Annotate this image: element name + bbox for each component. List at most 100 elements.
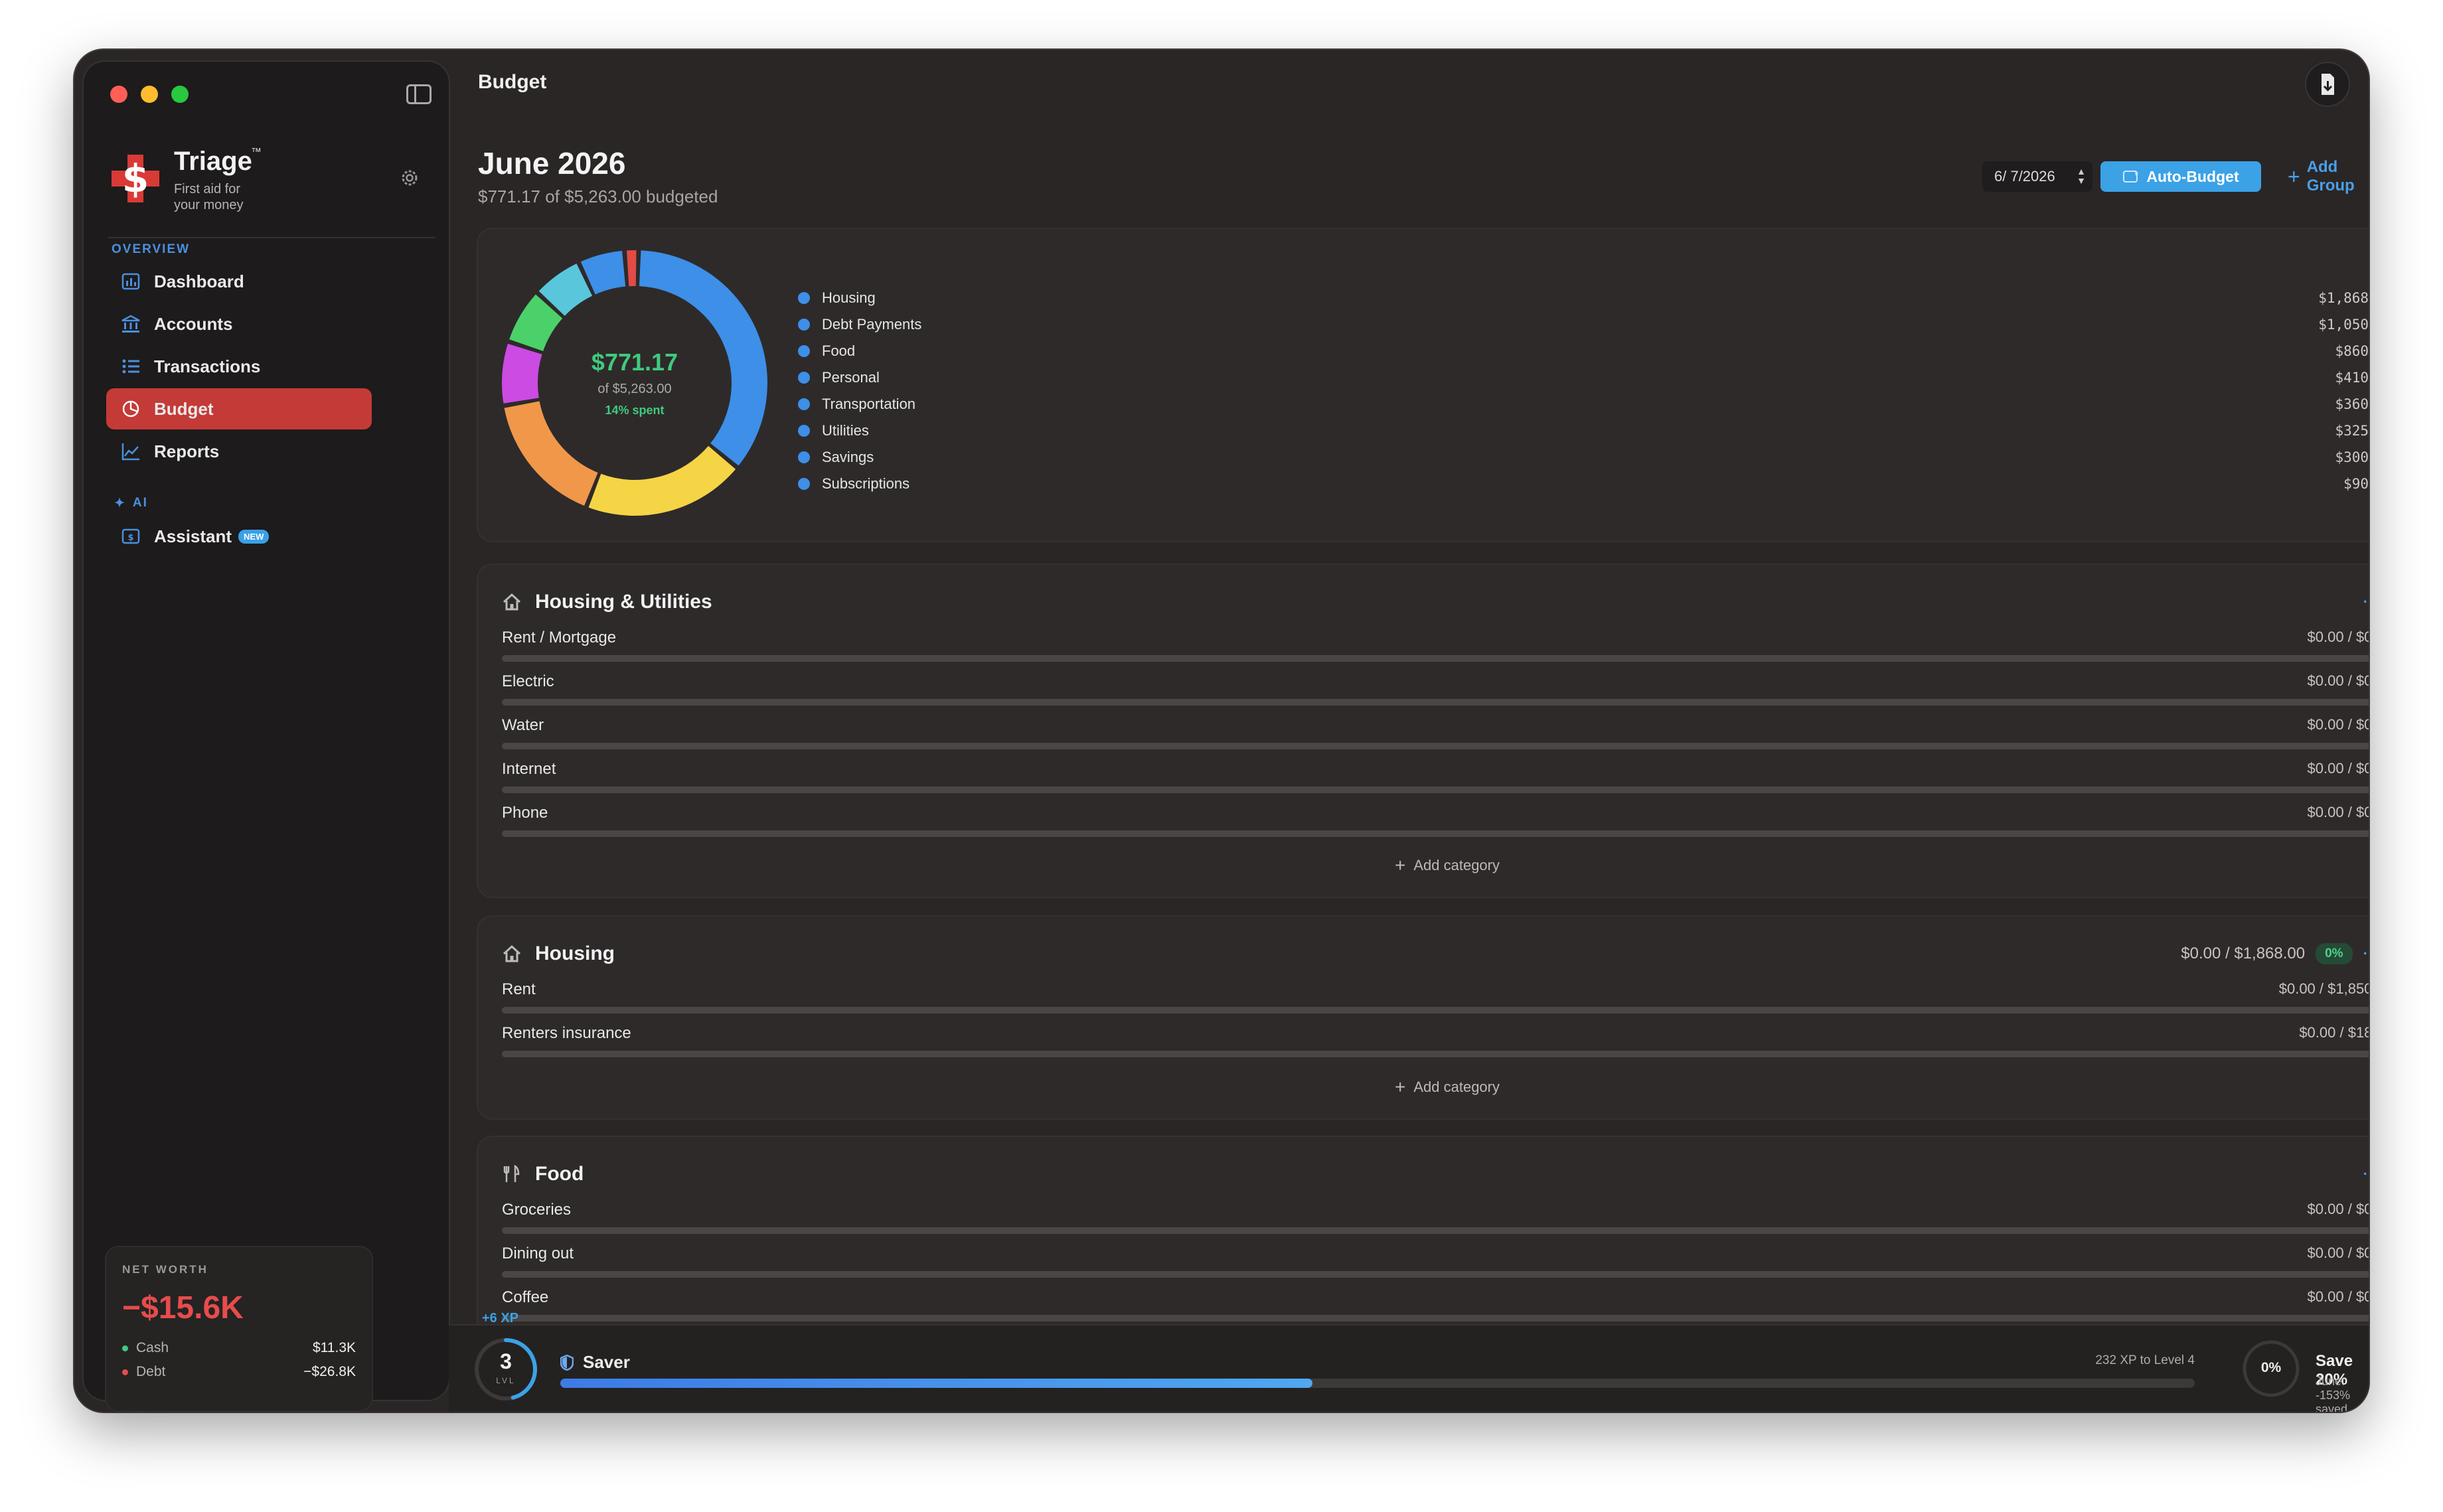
legend-label: Personal: [822, 369, 880, 386]
plus-icon: +: [2288, 164, 2300, 189]
export-button[interactable]: [2306, 63, 2349, 106]
legend-item[interactable]: Housing $1,868.00: [798, 285, 2369, 311]
category-progress-bar: [502, 1007, 2369, 1014]
category-amount: $0.00 / $0.00: [2307, 1245, 2369, 1261]
brand-trademark: ™: [251, 147, 262, 158]
add-category-label: Add category: [1413, 1079, 1500, 1095]
group-more-menu-icon[interactable]: ···⌄: [2363, 593, 2369, 611]
date-value: 6/ 7/2026: [1994, 168, 2055, 185]
auto-budget-icon: [2123, 170, 2140, 183]
category-name: Internet: [502, 760, 556, 778]
category-row[interactable]: Groceries $0.00 / $0.00: [502, 1201, 2369, 1241]
category-row[interactable]: Dining out $0.00 / $0.00: [502, 1245, 2369, 1284]
category-row[interactable]: Water $0.00 / $0.00: [502, 716, 2369, 756]
category-progress-bar: [502, 1315, 2369, 1322]
page-title: Budget: [478, 71, 547, 93]
category-row[interactable]: Internet $0.00 / $0.00: [502, 760, 2369, 800]
sidebar-item-reports[interactable]: Reports: [106, 431, 372, 472]
category-row[interactable]: Phone $0.00 / $0.00: [502, 804, 2369, 844]
debt-value: −$26.8K: [303, 1364, 356, 1379]
svg-text:$: $: [122, 156, 149, 201]
add-group-button[interactable]: + Add Group: [2288, 158, 2369, 194]
legend-item[interactable]: Subscriptions $90.00: [798, 471, 2369, 497]
legend-item[interactable]: Savings $300.00: [798, 444, 2369, 471]
list-icon: [122, 359, 139, 374]
cash-value: $11.3K: [313, 1340, 356, 1355]
rank-title: Saver: [560, 1352, 630, 1373]
main-content: Budget June 2026 $771.17 of $5,263.00 bu…: [449, 50, 2369, 1412]
category-row[interactable]: Coffee $0.00 / $0.00: [502, 1288, 2369, 1328]
donut-spent-value: $771.17: [591, 348, 678, 376]
legend-label: Debt Payments: [822, 316, 922, 333]
group-header[interactable]: Housing & Utilities ···⌄: [502, 589, 2369, 615]
category-progress-bar: [502, 699, 2369, 706]
legend-label: Savings: [822, 449, 874, 465]
sidebar-item-dashboard[interactable]: Dashboard: [106, 261, 372, 302]
xp-gain-indicator: +6 XP: [482, 1311, 519, 1325]
legend-dot-icon: [798, 398, 810, 410]
new-badge: NEW: [238, 529, 270, 544]
category-name: Electric: [502, 672, 554, 690]
add-category-button[interactable]: + Add category: [478, 855, 2369, 875]
legend-label: Housing: [822, 289, 876, 306]
sidebar-item-accounts[interactable]: Accounts: [106, 303, 372, 344]
minimize-window-button[interactable]: [141, 86, 158, 103]
assistant-icon: $: [121, 528, 140, 544]
net-worth-card[interactable]: NET WORTH −$15.6K Cash $11.3K Debt −$26.…: [106, 1247, 372, 1410]
zoom-window-button[interactable]: [171, 86, 189, 103]
shield-icon: [560, 1354, 574, 1371]
category-row[interactable]: Electric $0.00 / $0.00: [502, 672, 2369, 712]
dashboard-icon: [121, 273, 140, 290]
level-number: 3: [500, 1349, 512, 1373]
legend-item[interactable]: Food $860.00: [798, 338, 2369, 364]
group-title: Food: [535, 1163, 584, 1185]
group-more-menu-icon[interactable]: ···⌄: [2363, 945, 2369, 962]
group-header[interactable]: Housing $0.00 / $1,868.00 0% ···⌄: [502, 941, 2369, 967]
legend-item[interactable]: Personal $410.00: [798, 364, 2369, 391]
category-row[interactable]: Rent / Mortgage $0.00 / $0.00: [502, 629, 2369, 668]
group-more-menu-icon[interactable]: ···⌄: [2363, 1166, 2369, 1183]
legend-dot-icon: [798, 372, 810, 384]
sidebar-toggle-icon[interactable]: [406, 84, 432, 104]
month-date-picker[interactable]: 6/ 7/2026 ▲ ▼: [1982, 161, 2092, 192]
group-percent-badge: 0%: [2316, 943, 2353, 964]
group-card-food: Food ···⌄ Groceries $0.00 / $0.00 Dining…: [478, 1137, 2369, 1356]
line-chart-icon: [121, 443, 139, 461]
sidebar-item-transactions[interactable]: Transactions: [106, 346, 372, 387]
legend-dot-icon: [798, 451, 810, 463]
sidebar-item-budget[interactable]: Budget: [106, 388, 372, 429]
category-amount: $0.00 / $0.00: [2307, 1201, 2369, 1217]
auto-budget-button[interactable]: Auto-Budget: [2100, 161, 2261, 192]
category-name: Water: [502, 716, 544, 734]
net-worth-debt-row: Debt −$26.8K: [122, 1364, 356, 1380]
group-header[interactable]: Food ···⌄: [502, 1161, 2369, 1187]
category-progress-bar: [502, 787, 2369, 793]
stepper-arrows-icon[interactable]: ▲ ▼: [2077, 167, 2086, 185]
add-category-button[interactable]: + Add category: [478, 1077, 2369, 1097]
legend-value: $325.00: [2335, 423, 2369, 439]
donut-center: $771.17 of $5,263.00 14% spent: [501, 249, 769, 517]
legend-item[interactable]: Debt Payments $1,050.00: [798, 311, 2369, 338]
sparkle-icon: ✦: [114, 496, 126, 510]
legend-item[interactable]: Utilities $325.00: [798, 417, 2369, 444]
category-row[interactable]: Renters insurance $0.00 / $18.00: [502, 1024, 2369, 1064]
sidebar-item-assistant[interactable]: $ Assistant NEW: [106, 516, 372, 557]
budgeted-summary: $771.17 of $5,263.00 budgeted: [478, 187, 718, 206]
settings-gear-icon[interactable]: [400, 168, 420, 188]
category-amount: $0.00 / $0.00: [2307, 804, 2369, 820]
group-budget-summary: $0.00 / $1,868.00: [2181, 945, 2306, 962]
close-window-button[interactable]: [110, 86, 127, 103]
category-row[interactable]: Rent $0.00 / $1,850.00: [502, 980, 2369, 1020]
legend-value: $300.00: [2335, 449, 2369, 465]
house-icon: [503, 945, 521, 962]
sidebar-item-label: Dashboard: [154, 271, 244, 291]
month-title: June 2026: [478, 146, 626, 181]
add-category-label: Add category: [1413, 857, 1500, 873]
house-icon: [503, 593, 521, 611]
category-name: Renters insurance: [502, 1024, 631, 1042]
category-amount: $0.00 / $0.00: [2307, 716, 2369, 733]
auto-budget-label: Auto-Budget: [2146, 167, 2239, 185]
legend-item[interactable]: Transportation $360.00: [798, 391, 2369, 417]
sidebar-item-label: Assistant: [154, 526, 232, 546]
category-amount: $0.00 / $0.00: [2307, 760, 2369, 777]
